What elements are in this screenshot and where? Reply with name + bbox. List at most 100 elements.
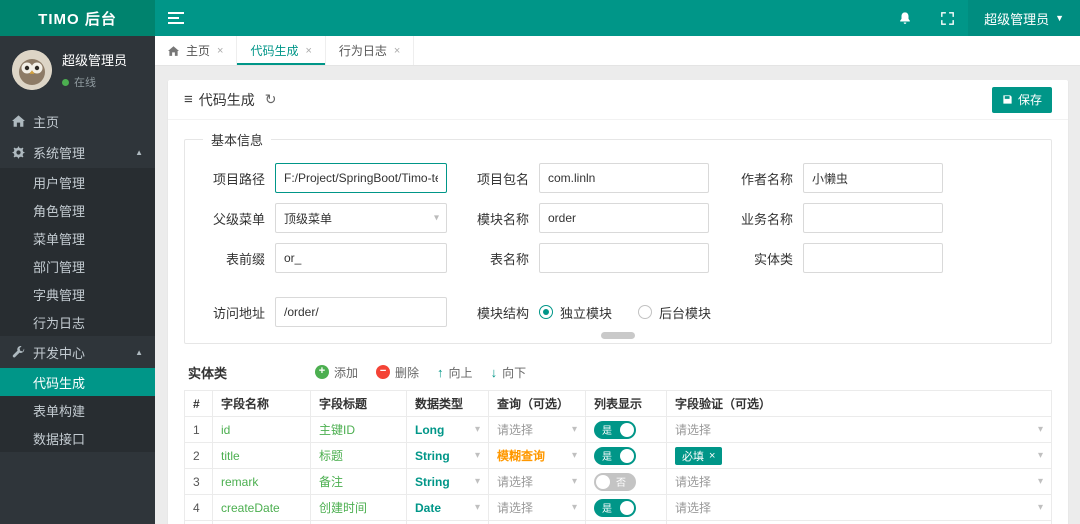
list-display-toggle[interactable]: 是 xyxy=(594,498,636,517)
field-label: 模块结构 xyxy=(476,305,529,321)
project-path-input[interactable] xyxy=(275,163,447,193)
tab-action-log[interactable]: 行为日志 × xyxy=(326,36,415,65)
online-dot-icon xyxy=(62,78,69,86)
fullscreen-icon xyxy=(940,11,954,25)
sidebar-item-menus[interactable]: 菜单管理 xyxy=(0,224,155,252)
sidebar-item-data-api[interactable]: 数据接口 xyxy=(0,424,155,452)
user-menu-label: 超级管理员 xyxy=(984,11,1050,27)
access-url-input[interactable] xyxy=(275,297,447,327)
add-row-button[interactable]: + 添加 xyxy=(315,364,358,381)
data-type-select[interactable]: Long ▾ xyxy=(406,416,489,443)
tab-home[interactable]: 主页 × xyxy=(155,36,238,65)
save-button-label: 保存 xyxy=(1017,93,1042,107)
radio-backend-module[interactable]: 后台模块 xyxy=(638,303,711,322)
validation-select[interactable]: 请选择▾ xyxy=(666,494,1052,521)
fullscreen-button[interactable] xyxy=(926,0,968,36)
radio-label: 后台模块 xyxy=(659,305,712,321)
data-type-select[interactable]: String ▾ xyxy=(406,442,489,469)
col-header-index: # xyxy=(184,390,213,417)
query-select[interactable]: 请选择▾ xyxy=(488,520,586,524)
data-type-select[interactable]: String ▾ xyxy=(406,468,489,495)
tab-code-generation[interactable]: 代码生成 × xyxy=(237,36,326,65)
field-title-cell[interactable]: 更新时间 xyxy=(310,520,407,524)
entity-tools: + 添加 − 删除 ↑ 向上 ↓ 向下 xyxy=(315,364,526,381)
avatar[interactable] xyxy=(12,50,52,90)
project-path-group: 项目路径 xyxy=(197,163,447,193)
horizontal-scrollbar[interactable] xyxy=(601,332,635,339)
validation-select[interactable]: 请选择▾ xyxy=(666,416,1052,443)
query-select[interactable]: 请选择▾ xyxy=(488,494,586,521)
sidebar-item-departments[interactable]: 部门管理 xyxy=(0,252,155,280)
sidebar-item-form-builder[interactable]: 表单构建 xyxy=(0,396,155,424)
close-icon[interactable]: × xyxy=(305,45,311,57)
table-name-input[interactable] xyxy=(539,243,709,273)
toggle-knob xyxy=(620,500,634,515)
close-icon[interactable]: × xyxy=(394,45,400,57)
sidebar-group-system[interactable]: 系统管理 ▲ xyxy=(0,136,155,168)
content-area: ≡ 代码生成 ↻ 保存 基本信息 项目路径 F:/Project/SpringB… xyxy=(155,66,1080,524)
topbar: TIMO 后台 超级管理员 ▼ xyxy=(0,0,1080,36)
parent-menu-value[interactable] xyxy=(275,203,447,233)
query-select[interactable]: 模糊查询 ▾ xyxy=(488,442,586,469)
app-logo: TIMO 后台 xyxy=(0,0,155,36)
move-down-label: 向下 xyxy=(502,365,527,380)
list-display-toggle[interactable]: 否 xyxy=(594,472,636,491)
sidebar-item-dictionary[interactable]: 字典管理 xyxy=(0,280,155,308)
parent-menu-select[interactable]: ▾ xyxy=(275,203,447,233)
sidebar-user-panel: 超级管理员 在线 xyxy=(0,36,155,106)
list-icon: ≡ xyxy=(184,91,193,108)
sidebar-item-roles[interactable]: 角色管理 xyxy=(0,196,155,224)
package-name-input[interactable] xyxy=(539,163,709,193)
list-display-cell: 是 xyxy=(585,442,667,469)
validation-select[interactable]: 请选择▾ xyxy=(666,520,1052,524)
author-name-input[interactable] xyxy=(803,163,943,193)
close-icon[interactable]: × xyxy=(217,45,223,57)
field-name-cell[interactable]: id xyxy=(212,416,311,443)
module-name-input[interactable] xyxy=(539,203,709,233)
move-up-button[interactable]: ↑ 向上 xyxy=(437,364,473,381)
user-menu[interactable]: 超级管理员 ▼ xyxy=(968,0,1080,36)
table-prefix-input[interactable] xyxy=(275,243,447,273)
data-type-select[interactable]: Date▾ xyxy=(406,494,489,521)
validation-select[interactable]: 必填 × ▾ xyxy=(666,442,1052,469)
field-name-cell[interactable]: title xyxy=(212,442,311,469)
field-name-cell[interactable]: updateDate xyxy=(212,520,311,524)
business-name-input[interactable] xyxy=(803,203,943,233)
sidebar: 超级管理员 在线 主页 系统管理 ▲ 用户管理 角色管理 菜单管理 部门管理 字… xyxy=(0,36,155,524)
list-display-toggle[interactable]: 是 xyxy=(594,420,636,439)
data-type-select[interactable]: Date▾ xyxy=(406,520,489,524)
sidebar-item-users[interactable]: 用户管理 xyxy=(0,168,155,196)
package-name-group: 项目包名 xyxy=(447,163,709,193)
sidebar-group-dev-center[interactable]: 开发中心 ▲ xyxy=(0,336,155,368)
refresh-icon[interactable]: ↻ xyxy=(265,91,277,108)
sidebar-toggle-icon[interactable] xyxy=(155,0,197,36)
chevron-down-icon: ▾ xyxy=(571,476,577,487)
field-label: 模块名称 xyxy=(476,211,529,227)
field-label: 作者名称 xyxy=(740,171,793,187)
field-name-cell[interactable]: createDate xyxy=(212,494,311,521)
field-name-cell[interactable]: remark xyxy=(212,468,311,495)
sidebar-item-code-generation[interactable]: 代码生成 xyxy=(0,368,155,396)
field-title-cell[interactable]: 创建时间 xyxy=(310,494,407,521)
sidebar-item-home[interactable]: 主页 xyxy=(0,106,155,136)
close-icon[interactable]: × xyxy=(709,450,715,462)
field-title-cell[interactable]: 主键ID xyxy=(310,416,407,443)
list-display-toggle[interactable]: 是 xyxy=(594,446,636,465)
sidebar-item-action-log[interactable]: 行为日志 xyxy=(0,308,155,336)
add-row-label: 添加 xyxy=(334,365,359,380)
move-down-button[interactable]: ↓ 向下 xyxy=(491,364,527,381)
save-button[interactable]: 保存 xyxy=(991,86,1052,113)
field-title-cell[interactable]: 备注 xyxy=(310,468,407,495)
field-label: 项目路径 xyxy=(212,171,265,187)
validation-select[interactable]: 请选择▾ xyxy=(666,468,1052,495)
gear-icon xyxy=(12,145,33,159)
table-row: 3 remark 备注 String ▾ 请选择 ▾ 否 请选择 ▾ xyxy=(184,468,1052,495)
sidebar-menu: 主页 系统管理 ▲ 用户管理 角色管理 菜单管理 部门管理 字典管理 行为日志 … xyxy=(0,106,155,452)
query-select[interactable]: 请选择▾ xyxy=(488,416,586,443)
query-select[interactable]: 请选择▾ xyxy=(488,468,586,495)
radio-independent-module[interactable]: 独立模块 xyxy=(539,303,612,322)
field-title-cell[interactable]: 标题 xyxy=(310,442,407,469)
delete-row-button[interactable]: − 删除 xyxy=(376,364,419,381)
entity-class-input[interactable] xyxy=(803,243,943,273)
notifications-button[interactable] xyxy=(884,0,926,36)
